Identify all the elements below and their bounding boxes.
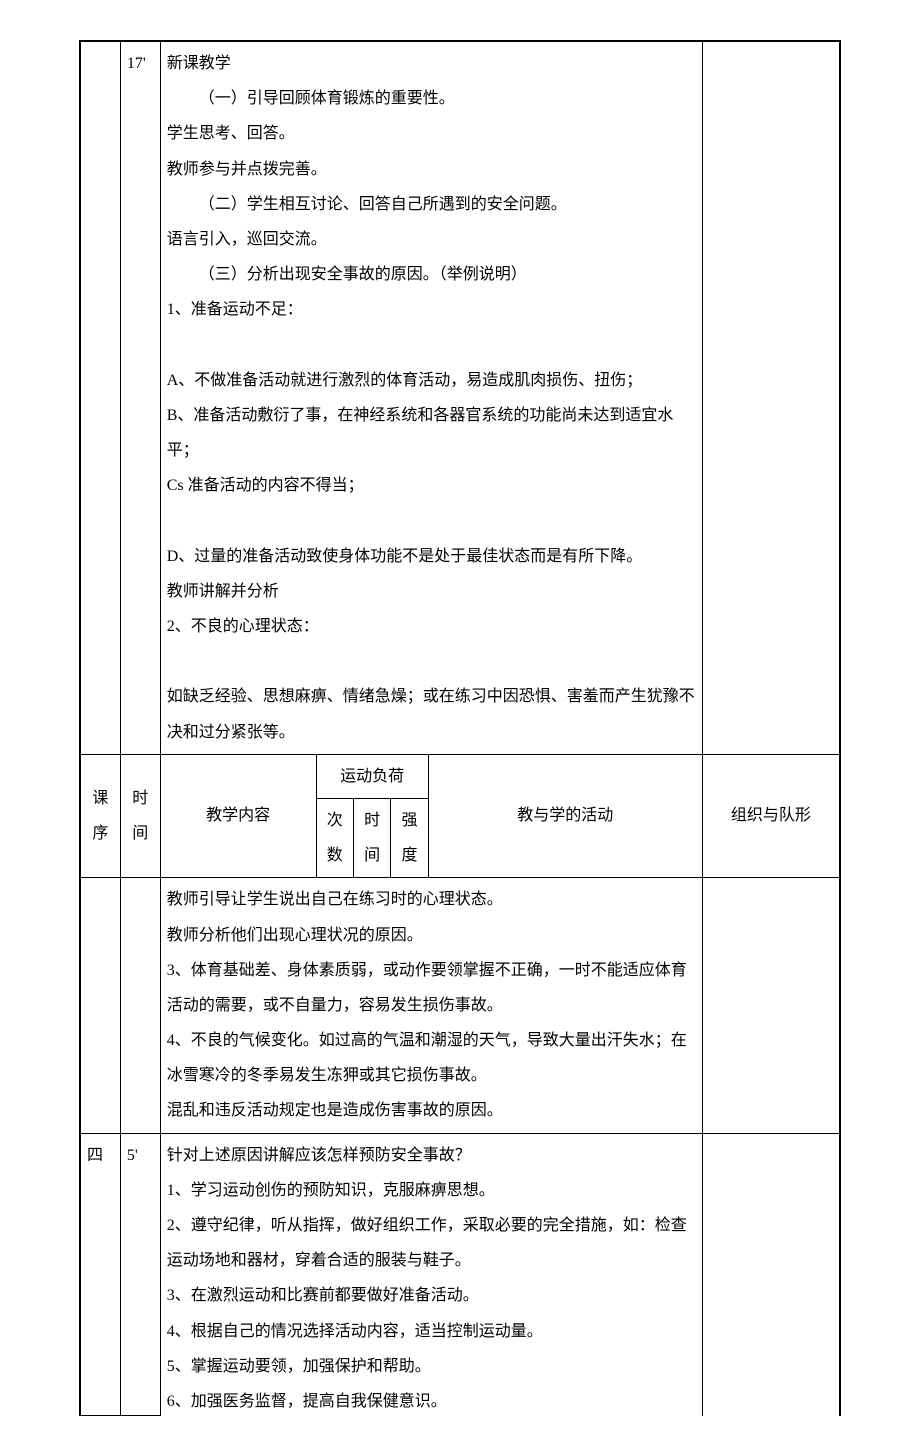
content-cell: 针对上述原因讲解应该怎样预防安全事故？ 1、学习运动创伤的预防知识，克服麻痹思想… — [160, 1133, 702, 1416]
seq-cell — [81, 878, 121, 1133]
content-line: 教师参与并点拨完善。 — [167, 161, 327, 178]
content-line: 语言引入，巡回交流。 — [167, 231, 327, 248]
content-line: 新课教学 — [167, 55, 231, 72]
content-line: 1、准备运动不足： — [167, 301, 303, 318]
content-line: 教师引导让学生说出自己在练习时的心理状态。 — [167, 891, 503, 908]
seq-cell — [81, 42, 121, 755]
lesson-plan-page: 17' 新课教学 （一）引导回顾体育锻炼的重要性。 学生思考、回答。 教师参与并… — [79, 40, 841, 1416]
time-cell: 5' — [120, 1133, 160, 1416]
content-line: 3、体育基础差、身体素质弱，或动作要领掌握不正确，一时不能适应体育活动的需要，或… — [167, 962, 687, 1014]
header-time: 时间 — [120, 754, 160, 878]
content-line: 1、学习运动创伤的预防知识，克服麻痹思想。 — [167, 1182, 495, 1199]
org-cell — [702, 1133, 839, 1416]
header-sub: 次数 — [316, 798, 353, 877]
content-line: A、不做准备活动就进行激烈的体育活动，易造成肌肉损伤、扭伤； — [167, 372, 643, 389]
org-cell — [702, 878, 839, 1133]
header-sub: 时间 — [353, 798, 390, 877]
header-seq: 课序 — [81, 754, 121, 878]
lesson-table: 17' 新课教学 （一）引导回顾体育锻炼的重要性。 学生思考、回答。 教师参与并… — [80, 41, 840, 1416]
header-row: 课序 时间 教学内容 运动负荷 教与学的活动 组织与队形 — [81, 754, 840, 798]
time-cell — [120, 878, 160, 1133]
content-line: 2、不良的心理状态： — [167, 618, 319, 635]
content-line: 2、遵守纪律，听从指挥，做好组织工作，采取必要的完全措施，如：检查运动场地和器材… — [167, 1217, 687, 1269]
content-line: 6、加强医务监督，提高自我保健意识。 — [167, 1393, 447, 1410]
header-org: 组织与队形 — [702, 754, 839, 878]
header-sub: 强度 — [391, 798, 428, 877]
content-line: B、准备活动敷衍了事，在神经系统和各器官系统的功能尚未达到适宜水平； — [167, 407, 674, 459]
content-line: （三）分析出现安全事故的原因。（举例说明） — [167, 257, 696, 292]
content-line: 4、根据自己的情况选择活动内容，适当控制运动量。 — [167, 1323, 543, 1340]
content-line: D、过量的准备活动致使身体功能不是处于最佳状态而是有所下降。 — [167, 548, 643, 565]
content-line: （一）引导回顾体育锻炼的重要性。 — [167, 81, 696, 116]
content-line: 5、掌握运动要领，加强保护和帮助。 — [167, 1358, 431, 1375]
content-line: 教师分析他们出现心理状况的原因。 — [167, 927, 423, 944]
content-line: 如缺乏经验、思想麻痹、情绪急燥；或在练习中因恐惧、害羞而产生犹豫不决和过分紧张等… — [167, 688, 695, 740]
content-cell: 新课教学 （一）引导回顾体育锻炼的重要性。 学生思考、回答。 教师参与并点拨完善… — [160, 42, 702, 755]
content-line: 学生思考、回答。 — [167, 125, 295, 142]
content-line: 混乱和违反活动规定也是造成伤害事故的原因。 — [167, 1102, 503, 1119]
content-line: 针对上述原因讲解应该怎样预防安全事故？ — [167, 1147, 471, 1164]
header-content: 教学内容 — [160, 754, 316, 878]
table-row: 四 5' 针对上述原因讲解应该怎样预防安全事故？ 1、学习运动创伤的预防知识，克… — [81, 1133, 840, 1416]
org-cell — [702, 42, 839, 755]
content-line: Cs 准备活动的内容不得当； — [167, 477, 364, 494]
content-line: 4、不良的气候变化。如过高的气温和潮湿的天气，导致大量出汗失水；在冰雪寒冷的冬季… — [167, 1032, 687, 1084]
content-line: （二）学生相互讨论、回答自己所遇到的安全问题。 — [167, 187, 696, 222]
table-row: 教师引导让学生说出自己在练习时的心理状态。 教师分析他们出现心理状况的原因。 3… — [81, 878, 840, 1133]
header-load: 运动负荷 — [316, 754, 428, 798]
content-line: 3、在激烈运动和比赛前都要做好准备活动。 — [167, 1287, 479, 1304]
seq-cell: 四 — [81, 1133, 121, 1416]
table-row: 17' 新课教学 （一）引导回顾体育锻炼的重要性。 学生思考、回答。 教师参与并… — [81, 42, 840, 755]
header-activity: 教与学的活动 — [428, 754, 702, 878]
time-cell: 17' — [120, 42, 160, 755]
content-cell: 教师引导让学生说出自己在练习时的心理状态。 教师分析他们出现心理状况的原因。 3… — [160, 878, 702, 1133]
content-line: 教师讲解并分析 — [167, 583, 279, 600]
